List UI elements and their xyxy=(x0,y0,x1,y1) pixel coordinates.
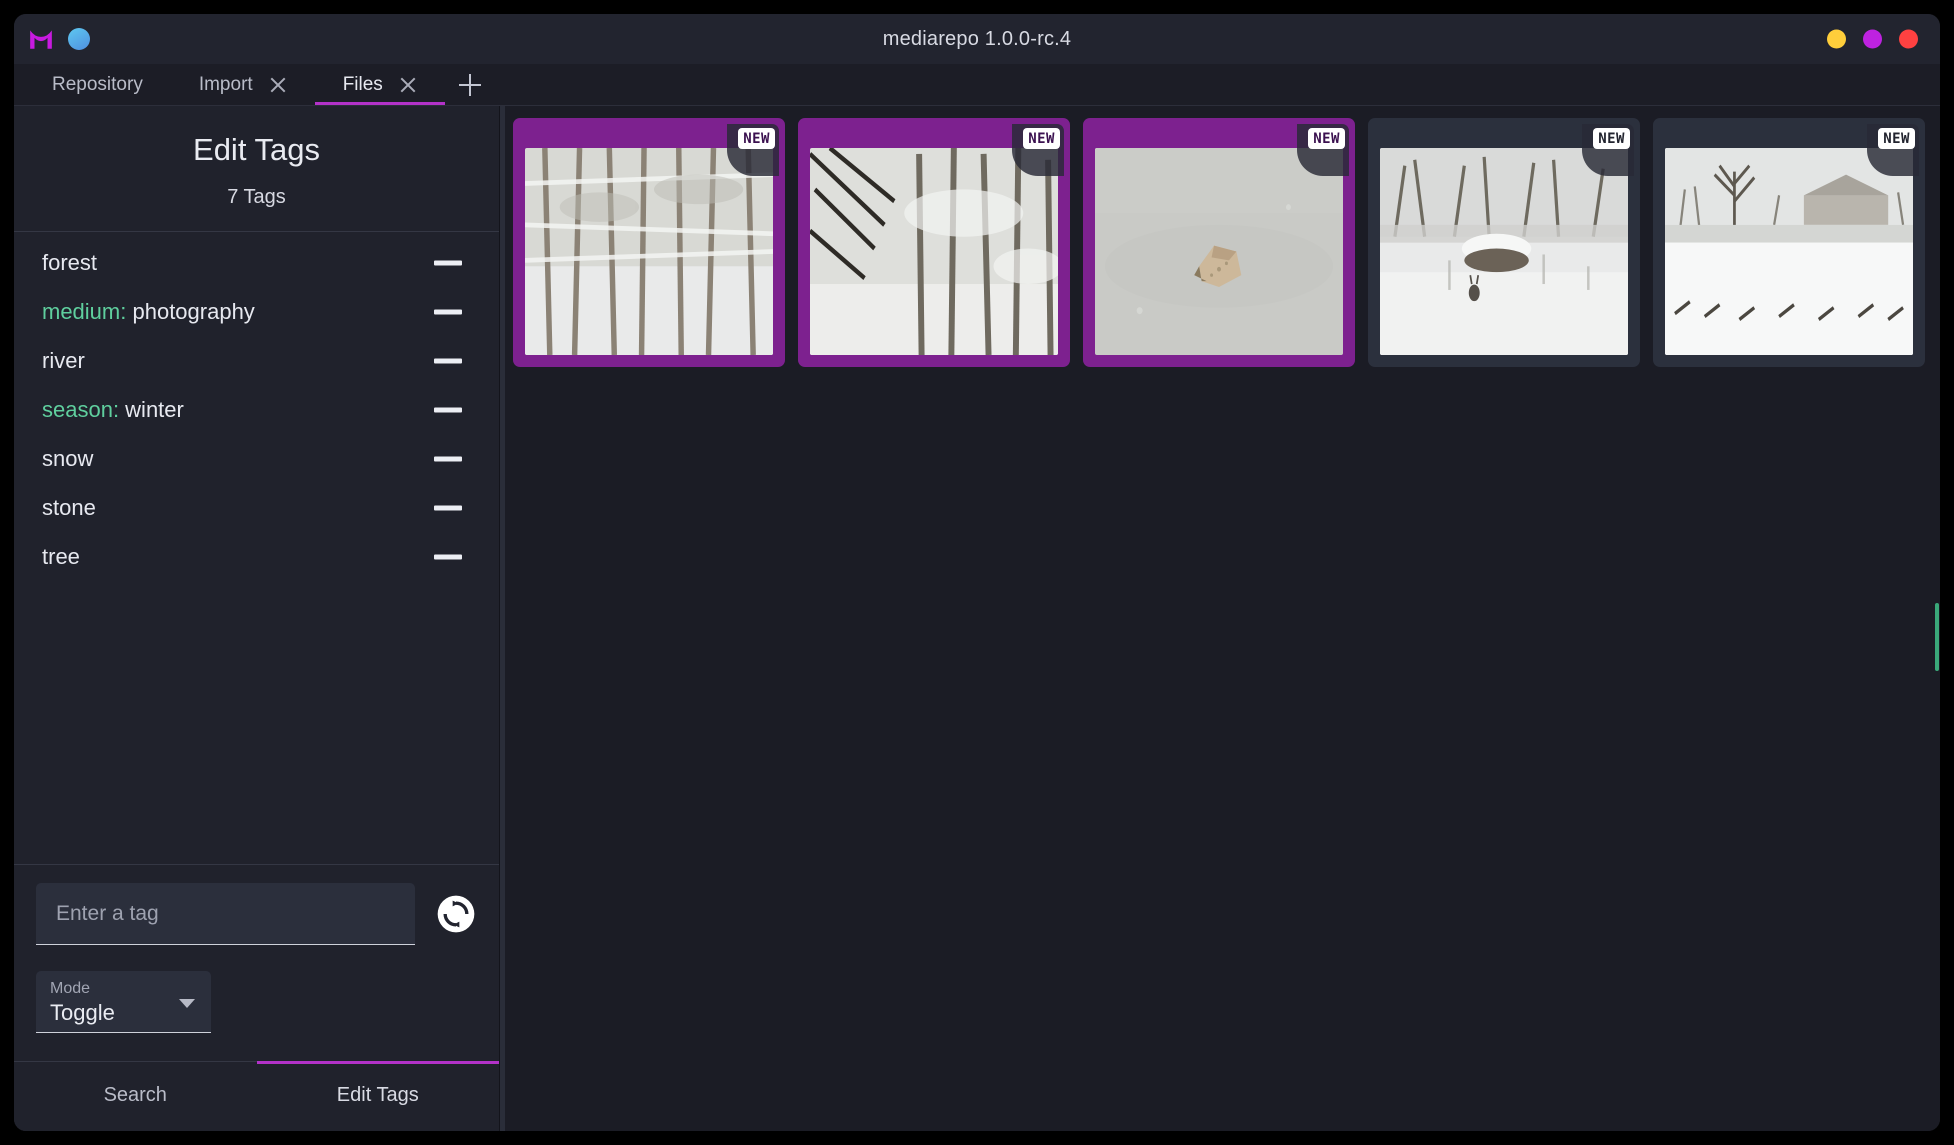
close-button[interactable] xyxy=(1899,29,1918,49)
status-badge: NEW xyxy=(1023,128,1060,149)
sync-refresh-icon[interactable] xyxy=(435,893,477,935)
thumbnail-image xyxy=(1665,148,1913,355)
list-item[interactable]: medium: photography xyxy=(14,287,499,336)
list-item[interactable]: stone xyxy=(14,483,499,532)
tag-namespace: season: xyxy=(42,396,126,422)
tag-label: river xyxy=(42,348,85,374)
window-title: mediarepo 1.0.0-rc.4 xyxy=(882,27,1072,50)
file-thumbnail-3[interactable]: NEW xyxy=(1083,118,1355,367)
sidebar-tab-search[interactable]: Search xyxy=(14,1062,257,1131)
minus-icon[interactable] xyxy=(433,346,463,376)
tag-label: stone xyxy=(42,495,96,521)
thumbnail-image xyxy=(525,148,773,355)
minus-icon[interactable] xyxy=(433,542,463,572)
plus-icon xyxy=(459,74,481,96)
app-window: mediarepo 1.0.0-rc.4 Repository Import F… xyxy=(14,14,1940,1131)
tag-label: medium: photography xyxy=(42,299,255,325)
list-item[interactable]: tree xyxy=(14,532,499,581)
close-icon[interactable] xyxy=(269,76,287,94)
title-bar[interactable]: mediarepo 1.0.0-rc.4 xyxy=(14,14,1940,64)
tag-count-label: 7 Tags xyxy=(227,186,286,208)
status-badge: NEW xyxy=(1593,128,1630,149)
snowy-field-lone-tree-image xyxy=(1665,148,1913,355)
tag-value: forest xyxy=(42,249,98,275)
minus-icon[interactable] xyxy=(433,444,463,474)
snowy-field-boulder-deer-image xyxy=(1380,148,1628,355)
tag-label: forest xyxy=(42,250,97,276)
tab-label: Import xyxy=(198,73,253,95)
minus-icon[interactable] xyxy=(433,297,463,327)
stone-on-ice-grey-image xyxy=(1095,148,1343,355)
tag-list: forest medium: photography river season:… xyxy=(14,232,499,864)
sidebar: Edit Tags 7 Tags forest medium: photogra… xyxy=(14,106,500,1131)
thumbnail-image xyxy=(810,148,1058,355)
status-badge: NEW xyxy=(1308,128,1345,149)
tab-label: Repository xyxy=(52,73,143,95)
sidebar-footer: Mode Toggle Search Edit Tags xyxy=(14,864,499,1131)
list-item[interactable]: forest xyxy=(14,238,499,287)
tag-input-row xyxy=(14,883,499,945)
tag-label: tree xyxy=(42,544,80,570)
content-scrollbar[interactable] xyxy=(1934,106,1940,1131)
tag-input[interactable] xyxy=(36,883,415,945)
tag-value: winter xyxy=(125,396,184,422)
close-icon[interactable] xyxy=(399,76,417,94)
list-item[interactable]: river xyxy=(14,336,499,385)
file-grid: NEW NEW NEW NEW NEW xyxy=(505,106,1940,367)
maximize-button[interactable] xyxy=(1863,29,1882,49)
tab-label: Files xyxy=(342,73,383,95)
tab-repository[interactable]: Repository xyxy=(24,64,171,105)
page-title: Edit Tags xyxy=(193,132,320,167)
tag-label: season: winter xyxy=(42,397,184,423)
minus-icon[interactable] xyxy=(433,248,463,278)
status-badge: NEW xyxy=(1878,128,1915,149)
connection-dot-icon xyxy=(68,28,90,50)
file-thumbnail-2[interactable]: NEW xyxy=(798,118,1070,367)
tab-files[interactable]: Files xyxy=(314,64,445,105)
app-brand xyxy=(14,26,90,52)
mode-select-value: Toggle xyxy=(50,1000,115,1025)
sidebar-tab-label: Edit Tags xyxy=(336,1084,419,1106)
file-grid-panel: NEW NEW NEW NEW NEW xyxy=(505,106,1940,1131)
snowy-forest-dark-branches-image xyxy=(810,148,1058,355)
tag-value: tree xyxy=(42,543,80,569)
sidebar-header: Edit Tags 7 Tags xyxy=(14,106,499,232)
tab-import[interactable]: Import xyxy=(171,64,315,105)
add-tab-button[interactable] xyxy=(445,64,495,105)
minus-icon[interactable] xyxy=(433,395,463,425)
tab-bar: Repository Import Files xyxy=(14,64,1940,106)
tag-value: stone xyxy=(42,494,96,520)
sidebar-tab-edit-tags[interactable]: Edit Tags xyxy=(256,1061,500,1131)
list-item[interactable]: snow xyxy=(14,434,499,483)
file-thumbnail-1[interactable]: NEW xyxy=(513,118,785,367)
file-thumbnail-4[interactable]: NEW xyxy=(1368,118,1640,367)
body: Edit Tags 7 Tags forest medium: photogra… xyxy=(14,106,1940,1131)
tag-namespace: medium: xyxy=(42,298,133,324)
mode-select[interactable]: Mode Toggle xyxy=(36,971,211,1033)
minus-icon[interactable] xyxy=(433,493,463,523)
tag-value: snow xyxy=(42,445,94,471)
chevron-down-icon xyxy=(179,999,195,1008)
tag-value: photography xyxy=(132,298,255,324)
file-thumbnail-5[interactable]: NEW xyxy=(1653,118,1925,367)
tag-label: snow xyxy=(42,446,93,472)
minimize-button[interactable] xyxy=(1827,29,1846,49)
list-item[interactable]: season: winter xyxy=(14,385,499,434)
snowy-forest-tall-trees-image xyxy=(525,148,773,355)
thumbnail-image xyxy=(1095,148,1343,355)
status-badge: NEW xyxy=(738,128,775,149)
mediarepo-logo-icon xyxy=(30,30,52,49)
sidebar-bottom-tabs: Search Edit Tags xyxy=(14,1061,499,1131)
window-controls xyxy=(1827,29,1918,49)
sidebar-tab-label: Search xyxy=(103,1084,167,1106)
sync-refresh-glyph xyxy=(437,895,475,933)
thumbnail-image xyxy=(1380,148,1628,355)
content-scrollbar-thumb[interactable] xyxy=(1935,603,1939,671)
mode-select-label: Mode xyxy=(50,980,91,997)
tag-value: river xyxy=(42,347,85,373)
